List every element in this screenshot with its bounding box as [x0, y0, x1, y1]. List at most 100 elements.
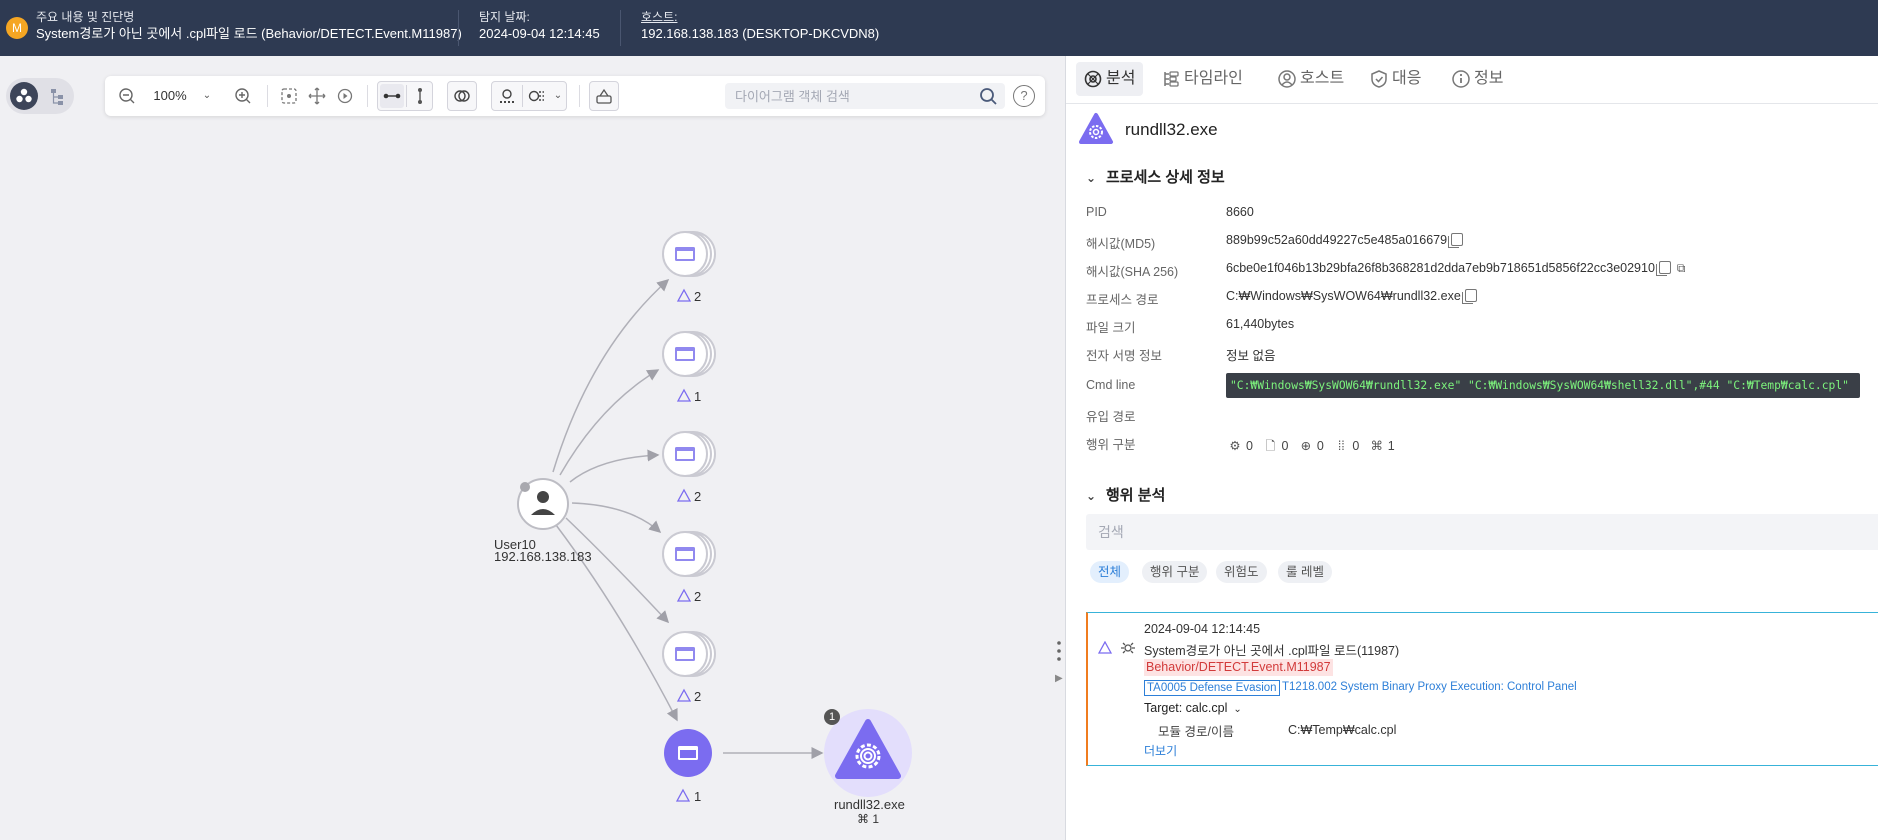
process-node-badge: 1 — [828, 711, 836, 723]
tab-host[interactable]: 호스트 — [1270, 62, 1352, 96]
process-gear-icon — [1079, 113, 1113, 144]
origin-path-label: 유입 경로 — [1086, 410, 1136, 424]
tab-analysis-label: 분석 — [1106, 70, 1136, 87]
file-node-1[interactable] — [662, 231, 716, 277]
detection-value: System경로가 아닌 곳에서 .cpl파일 로드 (Behavior/DET… — [36, 26, 462, 41]
severity-badge: M — [6, 17, 28, 39]
detection-label: 주요 내용 및 진단명 — [36, 10, 135, 24]
copy-icon[interactable] — [1655, 261, 1671, 276]
header-divider — [458, 10, 459, 46]
event-target[interactable]: Target: calc.cpl ⌄ — [1144, 701, 1242, 715]
detection-info: 주요 내용 및 진단명 System경로가 아닌 곳에서 .cpl파일 로드 (… — [36, 9, 462, 43]
sha256-value: 6cbe0e1f046b13b29bfa26f8b368281d2dda7eb9… — [1226, 261, 1655, 275]
warning-triangle-icon — [1098, 641, 1112, 654]
user-ip-label: 192.168.138.183 — [494, 549, 592, 564]
tab-analysis[interactable]: 분석 — [1076, 62, 1144, 96]
tab-host-label: 호스트 — [1300, 70, 1345, 87]
drag-handle-icon[interactable] — [1056, 640, 1062, 662]
module-icon — [1121, 642, 1135, 654]
process-name: rundll32.exe — [1125, 120, 1218, 139]
behavior-count-network: 0 — [1316, 439, 1324, 453]
behavior-search-input[interactable] — [1086, 514, 1878, 550]
filter-chip-behavior[interactable]: 행위 구분 — [1142, 561, 1208, 583]
copy-icon[interactable] — [1461, 289, 1477, 304]
top-header: M 주요 내용 및 진단명 System경로가 아닌 곳에서 .cpl파일 로드… — [0, 0, 1878, 56]
process-detail-header[interactable]: ⌄ 프로세스 상세 정보 — [1086, 166, 1225, 187]
more-link[interactable]: 더보기 — [1144, 742, 1177, 759]
tab-response[interactable]: 대응 — [1362, 62, 1429, 96]
behavior-counts: ⚙ 0 🗋 0 ⊕ 0 ⁞⁞ 0 ⌘ 1 — [1228, 437, 1394, 458]
tab-info-label: 정보 — [1474, 70, 1504, 87]
host-info: 호스트: 192.168.138.183 (DESKTOP-DKCVDN8) — [641, 9, 879, 43]
registry-icon: ⁞⁞ — [1337, 439, 1345, 453]
event-rule-badge: Behavior/DETECT.Event.M11987 — [1144, 659, 1333, 676]
sha256-row: 6cbe0e1f046b13b29bfa26f8b368281d2dda7eb9… — [1226, 261, 1685, 276]
file-size-label: 파일 크기 — [1086, 321, 1136, 335]
node-count: 1 — [694, 389, 702, 404]
behavior-count-registry: 0 — [1352, 439, 1360, 453]
process-node-label: rundll32.exe — [834, 797, 905, 812]
module-path-value: C:₩Temp₩calc.cpl — [1288, 723, 1397, 737]
header-divider — [620, 10, 621, 46]
graph-edge — [559, 369, 660, 476]
file-node-3[interactable] — [662, 431, 716, 477]
behavior-search — [1086, 514, 1878, 550]
globe-icon: ⊕ — [1300, 439, 1312, 453]
warning-triangle-icon — [676, 388, 692, 402]
filter-chip-risk[interactable]: 위험도 — [1216, 561, 1267, 583]
behavior-analysis-title: 행위 분석 — [1106, 487, 1166, 504]
module-path-label: 모듈 경로/이름 — [1158, 725, 1234, 739]
file-size-value: 61,440bytes — [1226, 317, 1295, 331]
copy-icon[interactable] — [1448, 233, 1464, 248]
warning-triangle-icon — [676, 588, 692, 602]
filter-chip-all[interactable]: 전체 — [1090, 561, 1130, 583]
tab-info[interactable]: 정보 — [1444, 62, 1511, 96]
warning-triangle-icon — [675, 788, 691, 802]
behavior-count-process: 0 — [1246, 439, 1253, 453]
chevron-down-icon: ⌄ — [1086, 489, 1097, 503]
behavior-type-label: 행위 구분 — [1086, 438, 1136, 452]
external-link-icon[interactable]: ⧉ — [1677, 261, 1686, 276]
process-path-row: C:₩Windows₩SysWOW64₩rundll32.exe — [1226, 289, 1477, 304]
chevron-down-icon: ⌄ — [1086, 171, 1097, 185]
process-graph — [517, 231, 912, 802]
detection-date-value: 2024-09-04 12:14:45 — [479, 26, 600, 41]
node-count: 2 — [694, 689, 702, 704]
host-value: 192.168.138.183 (DESKTOP-DKCVDN8) — [641, 26, 880, 41]
tab-timeline-label: 타임라인 — [1184, 70, 1243, 87]
host-icon — [1278, 70, 1296, 88]
event-time: 2024-09-04 12:14:45 — [1144, 622, 1261, 636]
process-node[interactable] — [824, 709, 912, 797]
analysis-icon — [1084, 70, 1102, 88]
event-target-value: Target: calc.cpl — [1144, 701, 1228, 715]
node-count: 2 — [694, 489, 702, 504]
detection-date-label: 탐지 날짜: — [479, 10, 530, 24]
sha256-label: 해시값(SHA 256) — [1086, 265, 1179, 279]
module-icon: ⌘ — [1370, 439, 1384, 453]
selected-file-node[interactable] — [664, 729, 712, 777]
pid-value: 8660 — [1226, 205, 1254, 219]
host-label[interactable]: 호스트: — [641, 9, 879, 25]
selected-node-count: 1 — [694, 789, 702, 804]
info-icon — [1452, 70, 1470, 88]
file-node-5[interactable] — [662, 631, 716, 677]
pid-label: PID — [1086, 205, 1107, 219]
detail-tabs: 분석 타임라인 호스트 대응 정보 — [1066, 56, 1878, 104]
event-tactic-link[interactable]: TA0005 Defense Evasion — [1144, 680, 1280, 696]
cmd-line-value: "C:₩Windows₩SysWOW64₩rundll32.exe" "C:₩W… — [1226, 373, 1860, 398]
behavior-count-file: 0 — [1281, 439, 1289, 453]
tab-timeline[interactable]: 타임라인 — [1154, 62, 1251, 96]
event-technique-link[interactable]: T1218.002 System Binary Proxy Execution:… — [1282, 681, 1577, 693]
behavior-analysis-header[interactable]: ⌄ 행위 분석 — [1086, 484, 1165, 505]
collapse-panel-icon[interactable]: ▶ — [1055, 673, 1063, 684]
file-node-4[interactable] — [662, 531, 716, 577]
signature-label: 전자 서명 정보 — [1086, 349, 1162, 363]
event-card[interactable]: 2024-09-04 12:14:45 System경로가 아닌 곳에서 .cp… — [1086, 612, 1878, 766]
network-icon: ⌘ — [857, 812, 873, 826]
md5-label: 해시값(MD5) — [1086, 237, 1156, 251]
file-node-2[interactable] — [662, 331, 716, 377]
graph-edge — [552, 278, 670, 473]
signature-value: 정보 없음 — [1226, 349, 1276, 363]
user-node[interactable] — [517, 478, 569, 530]
filter-chip-rule-level[interactable]: 룰 레벨 — [1278, 561, 1332, 583]
